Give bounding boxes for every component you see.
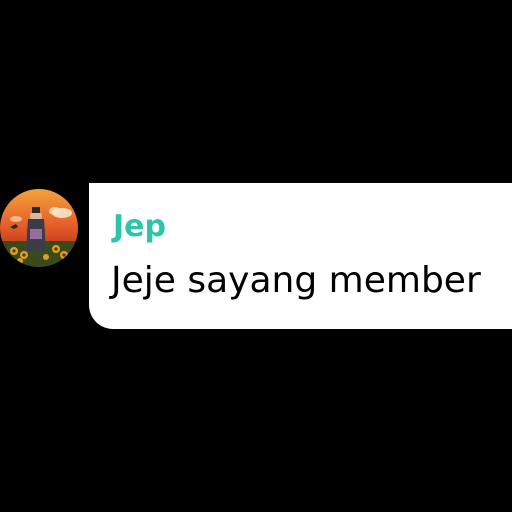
message-text: Jeje sayang member — [111, 260, 481, 301]
avatar[interactable] — [0, 189, 78, 267]
message-bubble — [89, 183, 512, 329]
bubble-tail — [89, 183, 113, 207]
sender-name[interactable]: Jep — [113, 208, 166, 246]
avatar-image — [0, 189, 78, 267]
chat-message: Jep Jeje sayang member — [0, 0, 512, 512]
